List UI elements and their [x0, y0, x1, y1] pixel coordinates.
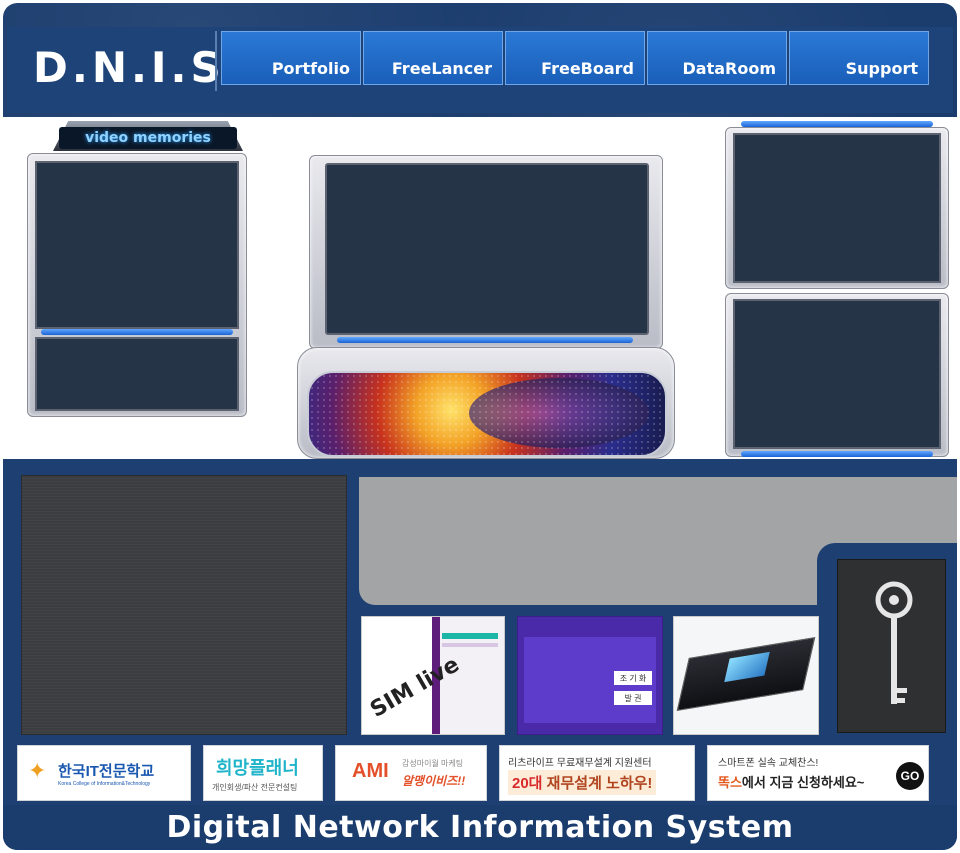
nav-portfolio[interactable]: Portfolio: [221, 31, 361, 85]
main-monitor-screen[interactable]: [325, 163, 649, 335]
nav-label: FreeBoard: [541, 59, 634, 78]
banner-line2-highlight: 똑스: [718, 775, 742, 790]
banner-line2: 20대 재무설계 노하우!: [508, 770, 657, 795]
form-cell: 발 권: [614, 691, 652, 705]
main-nav: Portfolio FreeLancer FreeBoard DataRoom …: [221, 31, 931, 85]
banner-planner[interactable]: 희망플래너 개인회생/파산 전문컨설팅: [203, 745, 323, 801]
banner-line1: 감성마이월 마케팅: [402, 759, 464, 768]
thumbnail-simlive[interactable]: SIM live: [361, 616, 505, 735]
banner-ami[interactable]: AMI 감성마이월 마케팅 알맹이비즈!!: [335, 745, 487, 801]
video-divider-bar: [41, 329, 233, 335]
nav-support[interactable]: Support: [789, 31, 929, 85]
banner-line2-rest: 에서 지금 신청하세요~: [741, 775, 865, 790]
banner-title: AMI: [352, 760, 389, 782]
banner-title: 희망플래너: [216, 758, 299, 778]
video-info-screen: [35, 337, 239, 411]
thumbnail-form[interactable]: 조 기 화 발 권: [517, 616, 663, 735]
banner-line2: 똑스에서 지금 신청하세요~: [718, 772, 864, 791]
key-icon: [875, 581, 913, 704]
banner-smartphone[interactable]: 스마트폰 실속 교체찬스! 똑스에서 지금 신청하세요~ GO: [707, 745, 929, 801]
video-title-plate: video memories: [59, 127, 237, 149]
nav-label: DataRoom: [682, 59, 777, 78]
right-top-screen[interactable]: [733, 133, 941, 283]
thumbnail-stripe: [442, 633, 498, 639]
nav-label: Support: [845, 59, 918, 78]
thumbnail-chip[interactable]: [673, 616, 819, 735]
nav-label: Portfolio: [271, 59, 350, 78]
banner-subtitle: 개인회생/파산 전문컨설팅: [212, 783, 298, 792]
banner-ritzlife[interactable]: 리츠라이프 무료재무설계 지원센터 20대 재무설계 노하우!: [499, 745, 695, 801]
nav-label: FreeLancer: [391, 59, 492, 78]
logo-divider: [215, 31, 217, 91]
video-title: video memories: [85, 130, 211, 146]
banner-line1: 스마트폰 실속 교체찬스!: [718, 758, 819, 769]
footer-title: Digital Network Information System: [166, 810, 794, 845]
banner-dots: [309, 373, 665, 455]
right-bottom-screen[interactable]: [733, 299, 941, 449]
content-dark-panel: [21, 475, 347, 735]
banner-subtitle: Korea College of Information&Technology: [58, 781, 151, 787]
page-frame: D.N.I.S Portfolio FreeLancer FreeBoard D…: [3, 3, 957, 850]
it-college-logo-icon: ✦: [28, 758, 47, 783]
partner-banners: ✦ 한국IT전문학교 Korea College of Information&…: [17, 745, 947, 801]
thumbnail-key[interactable]: [837, 559, 946, 733]
banner-title: 한국IT전문학교: [58, 763, 155, 780]
banner-line2: 알맹이비즈!!: [402, 774, 466, 788]
monitor-bar: [337, 337, 633, 343]
nav-freelancer[interactable]: FreeLancer: [363, 31, 503, 85]
video-screen[interactable]: [35, 161, 239, 329]
banner-line2-highlight: 20대: [512, 775, 543, 792]
nav-freeboard[interactable]: FreeBoard: [505, 31, 645, 85]
banner-line2-rest: 재무설계 노하우!: [542, 775, 653, 792]
banner-it-college[interactable]: ✦ 한국IT전문학교 Korea College of Information&…: [17, 745, 191, 801]
right-bottom-bar: [741, 451, 933, 457]
site-logo[interactable]: D.N.I.S: [33, 43, 225, 92]
monitor-banner-image[interactable]: [307, 371, 667, 457]
thumbnail-stripe: [442, 643, 498, 647]
nav-dataroom[interactable]: DataRoom: [647, 31, 787, 85]
banner-line1: 리츠라이프 무료재무설계 지원센터: [508, 758, 652, 769]
go-button[interactable]: GO: [896, 762, 924, 790]
form-cell: 조 기 화: [614, 671, 652, 685]
footer: Digital Network Information System: [3, 805, 957, 850]
